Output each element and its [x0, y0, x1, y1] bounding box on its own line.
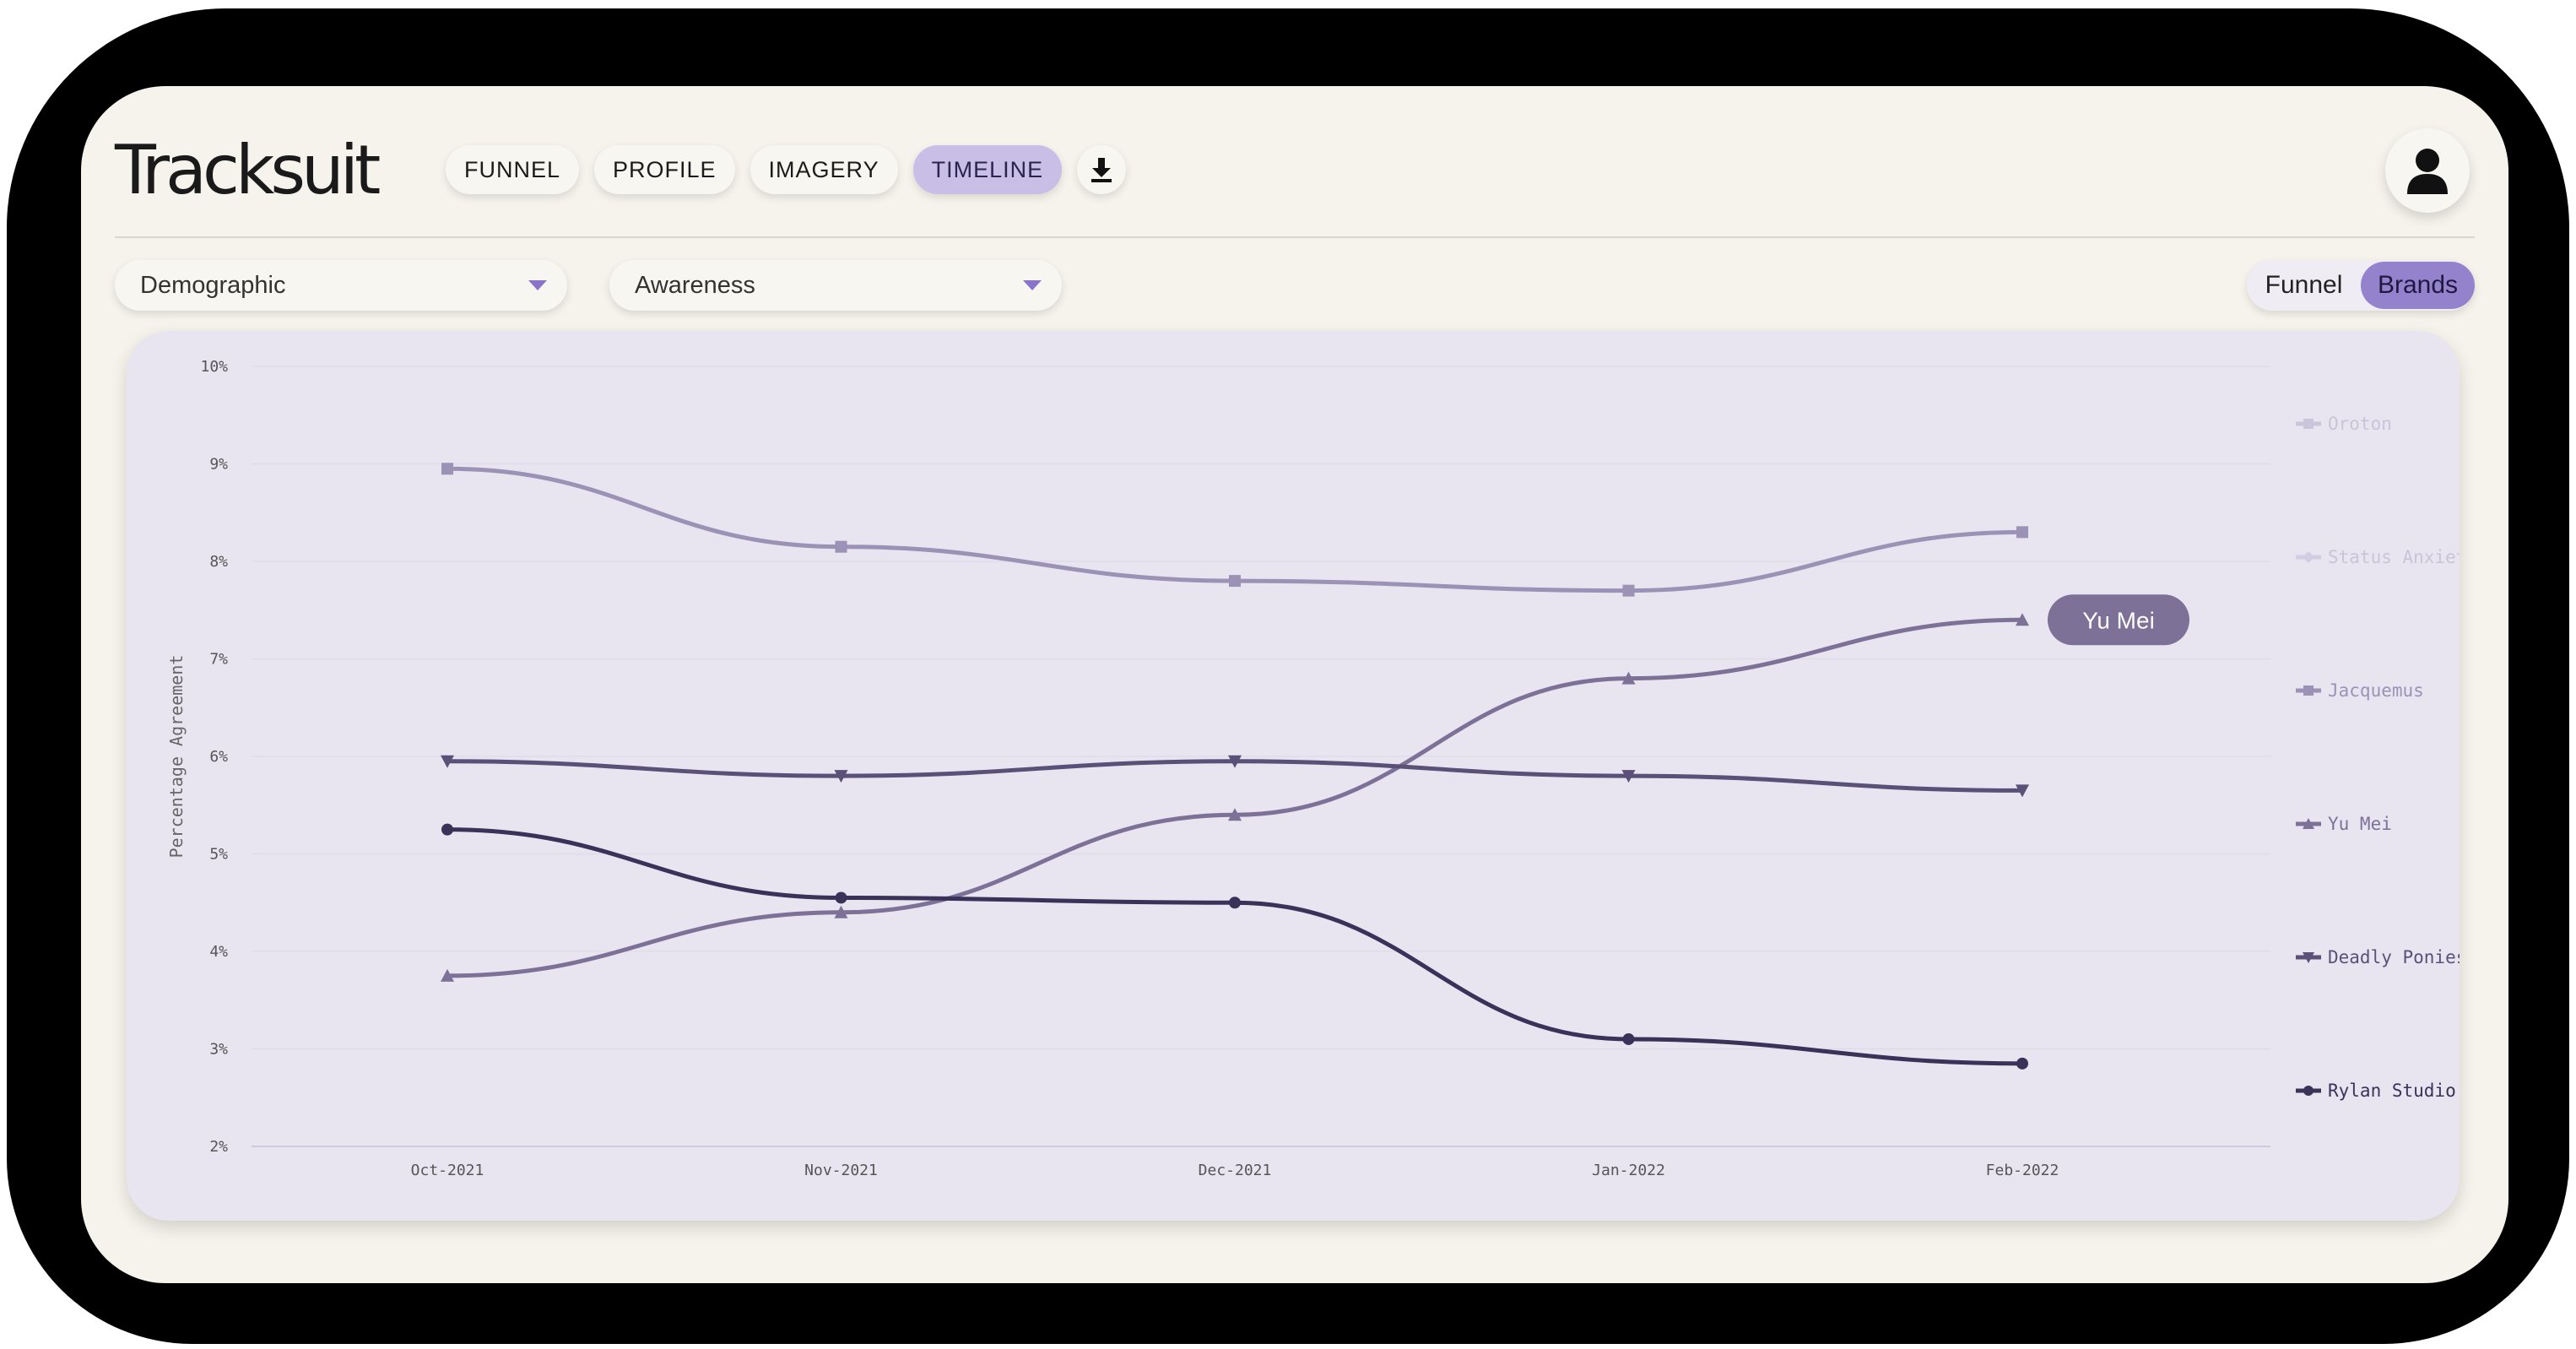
app-logo: Tracksuit: [115, 131, 381, 209]
view-toggle: Funnel Brands: [2247, 260, 2475, 311]
data-point-jacquemus: [2016, 526, 2028, 539]
device-frame: Tracksuit FUNNEL PROFILE IMAGERY TIMELIN…: [7, 8, 2569, 1344]
y-tick-label: 7%: [209, 651, 228, 669]
header-divider: [115, 236, 2475, 238]
nav-tabs: FUNNEL PROFILE IMAGERY TIMELINE: [446, 145, 1127, 194]
x-tick-label: Nov-2021: [804, 1162, 878, 1179]
legend-label-status-anxiety: Status Anxiety: [2328, 547, 2460, 567]
toggle-brands[interactable]: Brands: [2361, 262, 2475, 309]
x-tick-label: Oct-2021: [411, 1162, 484, 1179]
series-line-rylan-studio: [446, 827, 2023, 1066]
download-button[interactable]: [1077, 145, 1127, 194]
tab-profile[interactable]: PROFILE: [594, 145, 735, 194]
toggle-funnel[interactable]: Funnel: [2247, 262, 2361, 309]
data-point-rylan-studio: [1622, 1032, 1635, 1045]
series-line-yu-mei: [446, 617, 2023, 978]
tab-timeline[interactable]: TIMELINE: [912, 145, 1063, 194]
y-tick-label: 6%: [209, 748, 228, 766]
x-tick-label: Feb-2022: [1986, 1162, 2059, 1179]
legend-marker-status-anxiety: [2303, 551, 2314, 563]
y-tick-label: 5%: [209, 846, 228, 864]
user-icon: [2407, 149, 2448, 194]
data-point-rylan-studio: [1229, 897, 1241, 909]
x-tick-label: Dec-2021: [1199, 1162, 1272, 1179]
y-tick-label: 10%: [200, 358, 228, 376]
metric-select-value: Awareness: [635, 271, 755, 299]
timeline-chart: 10% 9% 8% 7% 6% 5% 4% 3% 2% Percentage Agreement O…: [166, 358, 2460, 1179]
legend-label-jacquemus: Jacquemus: [2328, 680, 2424, 701]
user-avatar-button[interactable]: [2385, 128, 2470, 213]
app-screen: Tracksuit FUNNEL PROFILE IMAGERY TIMELIN…: [81, 86, 2508, 1283]
data-point-rylan-studio: [441, 823, 453, 836]
y-tick-label: 4%: [209, 943, 228, 961]
metric-select[interactable]: Awareness: [609, 260, 1062, 311]
demographic-select-value: Demographic: [140, 271, 286, 299]
data-point-rylan-studio: [2016, 1057, 2028, 1070]
legend-label-oroton: Oroton: [2328, 414, 2392, 434]
legend-label-deadly-ponies: Deadly Ponies: [2328, 947, 2460, 967]
data-point-jacquemus: [1229, 575, 1241, 588]
legend-marker-rylan-studio: [2303, 1086, 2314, 1096]
y-tick-label: 9%: [209, 456, 228, 474]
y-tick-label: 2%: [209, 1138, 228, 1156]
x-tick-label: Jan-2022: [1592, 1162, 1665, 1179]
legend-label-rylan-studio: Rylan Studio: [2328, 1081, 2456, 1101]
legend-marker-jacquemus: [2303, 685, 2314, 696]
tooltip-label: Yu Mei: [2082, 607, 2155, 633]
y-axis-label: Percentage Agreement: [166, 655, 187, 859]
data-point-jacquemus: [835, 540, 847, 553]
series-line-jacquemus: [446, 466, 2023, 593]
tab-imagery[interactable]: IMAGERY: [750, 145, 898, 194]
chevron-down-icon: [528, 280, 547, 290]
data-point-rylan-studio: [835, 891, 847, 904]
legend-label-yu-mei: Yu Mei: [2328, 814, 2392, 834]
chart-card: 10% 9% 8% 7% 6% 5% 4% 3% 2% Percentage Agreement O…: [127, 331, 2460, 1221]
download-icon: [1091, 158, 1112, 182]
demographic-select[interactable]: Demographic: [115, 260, 567, 311]
legend-marker-oroton: [2303, 419, 2314, 429]
tab-funnel[interactable]: FUNNEL: [446, 145, 580, 194]
y-tick-label: 3%: [209, 1041, 228, 1059]
y-tick-label: 8%: [209, 553, 228, 571]
chevron-down-icon: [1023, 280, 1042, 290]
data-point-jacquemus: [441, 463, 453, 475]
data-point-jacquemus: [1622, 584, 1635, 597]
